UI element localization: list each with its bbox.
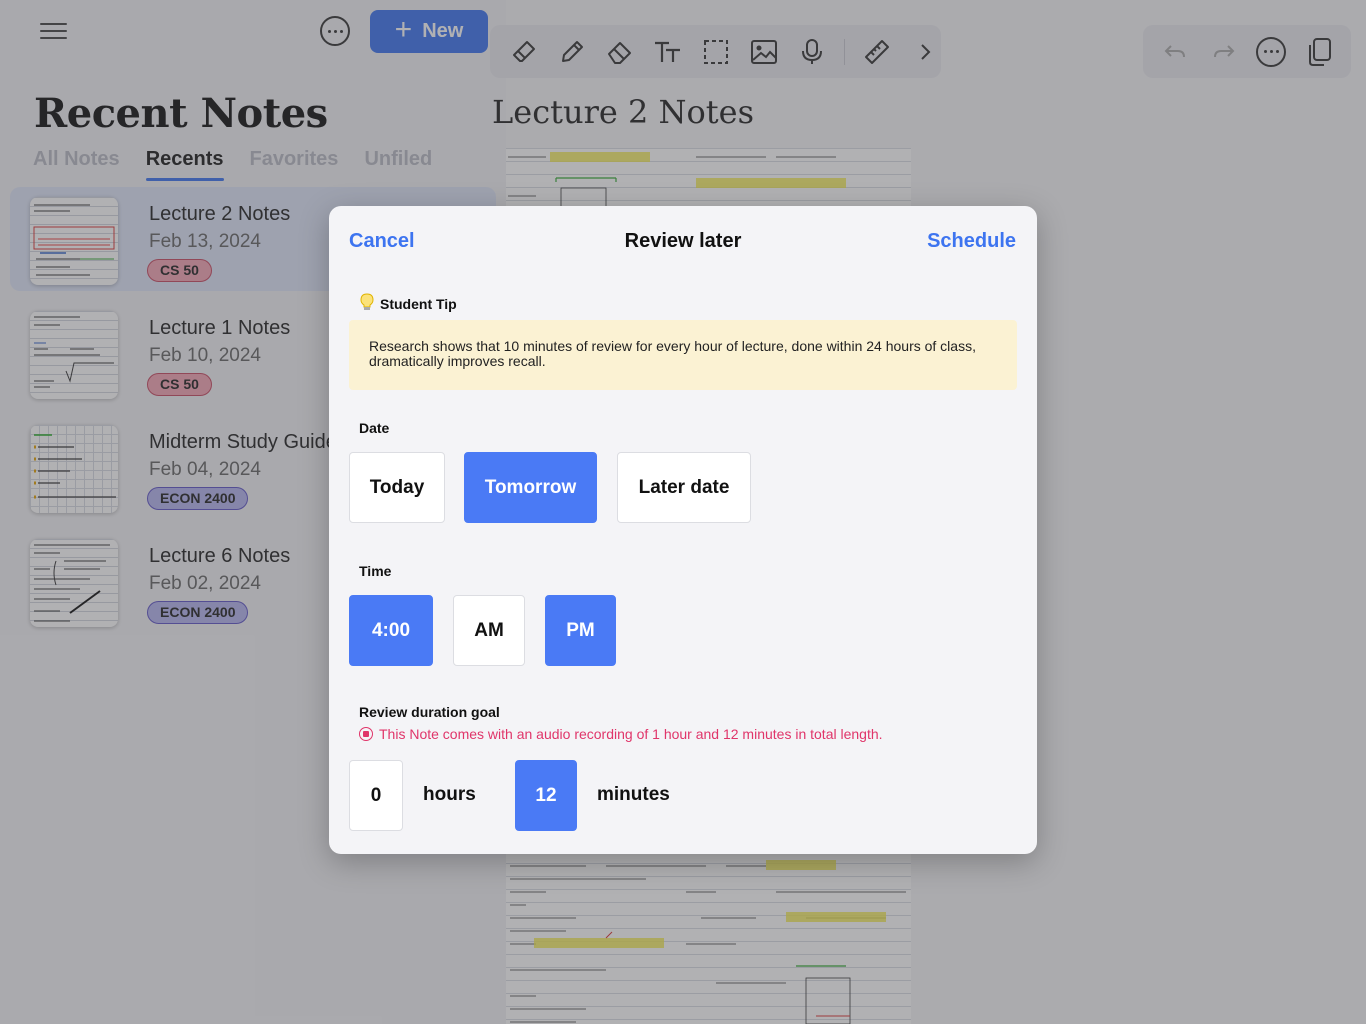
student-tip-heading: Student Tip xyxy=(380,295,457,312)
date-label: Date xyxy=(359,420,390,436)
time-picker[interactable]: 4:00 xyxy=(349,595,433,666)
hours-input[interactable]: 0 xyxy=(349,760,403,831)
review-later-dialog: Cancel Review later Schedule Student Tip… xyxy=(329,206,1037,854)
schedule-button[interactable]: Schedule xyxy=(927,230,1016,253)
hours-label: hours xyxy=(423,784,476,805)
pm-toggle[interactable]: PM xyxy=(545,595,616,666)
audio-recording-note: This Note comes with an audio recording … xyxy=(359,726,883,742)
date-option-tomorrow[interactable]: Tomorrow xyxy=(464,452,597,523)
time-label: Time xyxy=(359,563,392,579)
audio-recording-text: This Note comes with an audio recording … xyxy=(379,726,883,742)
minutes-label: minutes xyxy=(597,784,670,805)
lightbulb-icon xyxy=(360,293,374,314)
student-tip-header: Student Tip xyxy=(360,293,457,314)
minutes-input[interactable]: 12 xyxy=(515,760,577,831)
date-option-later-date[interactable]: Later date xyxy=(617,452,751,523)
am-toggle[interactable]: AM xyxy=(453,595,525,666)
review-duration-label: Review duration goal xyxy=(359,704,500,720)
record-icon xyxy=(359,727,373,741)
student-tip-text: Research shows that 10 minutes of review… xyxy=(349,320,1017,390)
date-option-today[interactable]: Today xyxy=(349,452,445,523)
